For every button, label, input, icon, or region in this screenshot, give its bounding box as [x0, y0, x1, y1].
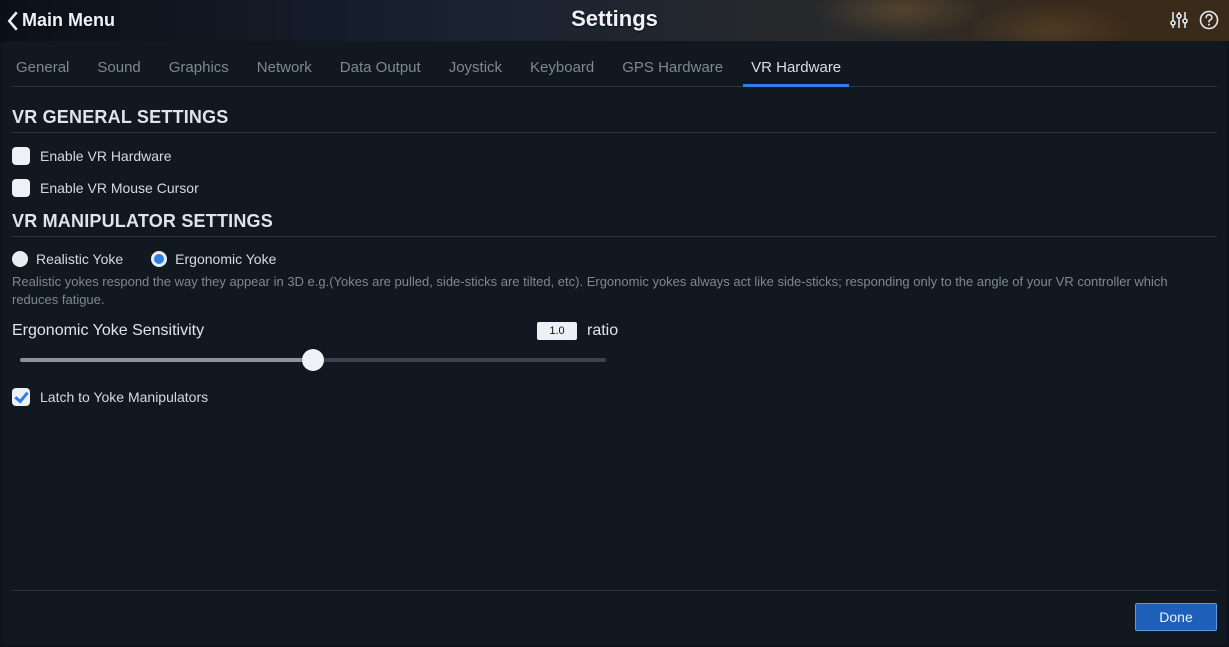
checkbox-latch-yoke[interactable]: [12, 388, 30, 406]
yoke-description: Realistic yokes respond the way they app…: [12, 273, 1217, 308]
section-title-vr-general: VR GENERAL SETTINGS: [12, 107, 1217, 128]
radio-ergonomic-yoke[interactable]: Ergonomic Yoke: [151, 251, 276, 267]
section-divider: [12, 236, 1217, 237]
checkbox-enable-vr-hardware[interactable]: [12, 147, 30, 165]
help-icon[interactable]: [1199, 10, 1219, 30]
tab-data-output[interactable]: Data Output: [338, 53, 423, 86]
content-panel: General Sound Graphics Network Data Outp…: [2, 41, 1227, 645]
tab-vr-hardware[interactable]: VR Hardware: [749, 53, 843, 86]
sensitivity-slider[interactable]: [20, 350, 606, 370]
radio-realistic-yoke[interactable]: Realistic Yoke: [12, 251, 123, 267]
label-enable-vr-cursor: Enable VR Mouse Cursor: [40, 180, 199, 196]
page-title: Settings: [0, 6, 1229, 32]
tab-sound[interactable]: Sound: [95, 53, 142, 86]
radio-label-realistic: Realistic Yoke: [36, 251, 123, 267]
radio-indicator: [151, 251, 167, 267]
slider-fill: [20, 358, 313, 362]
label-latch-yoke: Latch to Yoke Manipulators: [40, 389, 208, 405]
radio-indicator: [12, 251, 28, 267]
settings-tabs: General Sound Graphics Network Data Outp…: [12, 49, 1217, 87]
tab-joystick[interactable]: Joystick: [447, 53, 504, 86]
tab-graphics[interactable]: Graphics: [167, 53, 231, 86]
tab-gps-hardware[interactable]: GPS Hardware: [620, 53, 725, 86]
section-divider: [12, 132, 1217, 133]
sensitivity-row: Ergonomic Yoke Sensitivity ratio: [12, 322, 1217, 370]
done-button[interactable]: Done: [1135, 603, 1217, 631]
slider-thumb[interactable]: [302, 349, 324, 371]
checkbox-enable-vr-cursor[interactable]: [12, 179, 30, 197]
tab-keyboard[interactable]: Keyboard: [528, 53, 596, 86]
footer: Done: [12, 590, 1217, 631]
row-latch-yoke: Latch to Yoke Manipulators: [12, 388, 1217, 406]
tab-general[interactable]: General: [14, 53, 71, 86]
sensitivity-value-input[interactable]: [537, 322, 577, 340]
sensitivity-title: Ergonomic Yoke Sensitivity: [12, 322, 537, 340]
sensitivity-unit: ratio: [587, 322, 618, 340]
radio-label-ergonomic: Ergonomic Yoke: [175, 251, 276, 267]
window-header: Main Menu Settings: [0, 0, 1229, 41]
row-enable-vr-hardware: Enable VR Hardware: [12, 147, 1217, 165]
row-enable-vr-cursor: Enable VR Mouse Cursor: [12, 179, 1217, 197]
header-icons: [1169, 10, 1219, 30]
yoke-mode-radio-group: Realistic Yoke Ergonomic Yoke: [12, 251, 1217, 267]
tab-network[interactable]: Network: [255, 53, 314, 86]
section-title-vr-manipulator: VR MANIPULATOR SETTINGS: [12, 211, 1217, 232]
label-enable-vr-hardware: Enable VR Hardware: [40, 148, 172, 164]
sliders-icon[interactable]: [1169, 10, 1189, 30]
